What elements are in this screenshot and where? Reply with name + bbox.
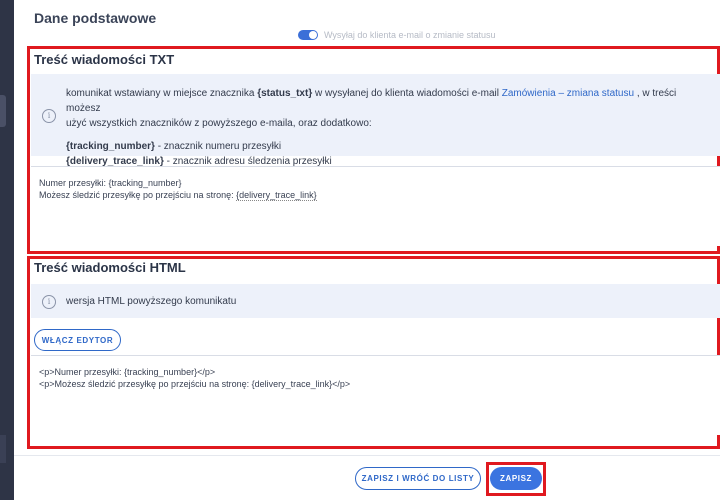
email-toggle-label: Wysyłaj do klienta e-mail o zmianie stat… xyxy=(324,30,496,40)
sidebar-marker xyxy=(0,435,6,463)
email-toggle[interactable] xyxy=(298,30,318,40)
save-button[interactable]: ZAPISZ xyxy=(490,467,542,490)
html-info-box: i wersja HTML powyższego komunikatu xyxy=(31,284,720,318)
sidebar-strip xyxy=(0,0,14,500)
html-content-line2: <p>Możesz śledzić przesyłkę po przejściu… xyxy=(39,379,351,389)
tracking-number-hint: {tracking_number} - znacznik numeru prze… xyxy=(66,141,282,152)
txt-content-line2: Możesz śledzić przesyłkę po przejściu na… xyxy=(39,190,317,201)
status-change-link[interactable]: Zamówienia – zmiana statusu xyxy=(502,88,634,99)
html-content-line1: <p>Numer przesyłki: {tracking_number}</p… xyxy=(39,367,216,377)
save-and-back-button[interactable]: ZAPISZ I WRÓĆ DO LISTY xyxy=(355,467,481,490)
status-txt-tag: {status_txt} xyxy=(257,88,313,99)
email-toggle-row: Wysyłaj do klienta e-mail o zmianie stat… xyxy=(298,28,496,42)
txt-info-box: i komunikat wstawiany w miejsce znacznik… xyxy=(31,74,720,167)
enable-editor-button[interactable]: WŁĄCZ EDYTOR xyxy=(34,329,121,351)
html-section-title: Treść wiadomości HTML xyxy=(34,260,186,275)
txt-info-line1: komunikat wstawiany w miejsce znacznika … xyxy=(66,88,677,114)
txt-message-textarea[interactable]: Numer przesyłki: {tracking_number} Możes… xyxy=(31,166,720,246)
html-info-text: wersja HTML powyższego komunikatu xyxy=(66,296,237,307)
info-icon: i xyxy=(42,109,56,123)
txt-content-line1: Numer przesyłki: {tracking_number} xyxy=(39,178,182,188)
html-message-textarea[interactable]: <p>Numer przesyłki: {tracking_number}</p… xyxy=(31,355,720,435)
info-icon: i xyxy=(42,295,56,309)
txt-info-line2: użyć wszystkich znaczników z powyższego … xyxy=(66,118,372,129)
sidebar-marker xyxy=(0,95,6,127)
section-title: Dane podstawowe xyxy=(34,10,157,26)
txt-section-title: Treść wiadomości TXT xyxy=(34,52,175,67)
footer-divider xyxy=(14,455,720,456)
